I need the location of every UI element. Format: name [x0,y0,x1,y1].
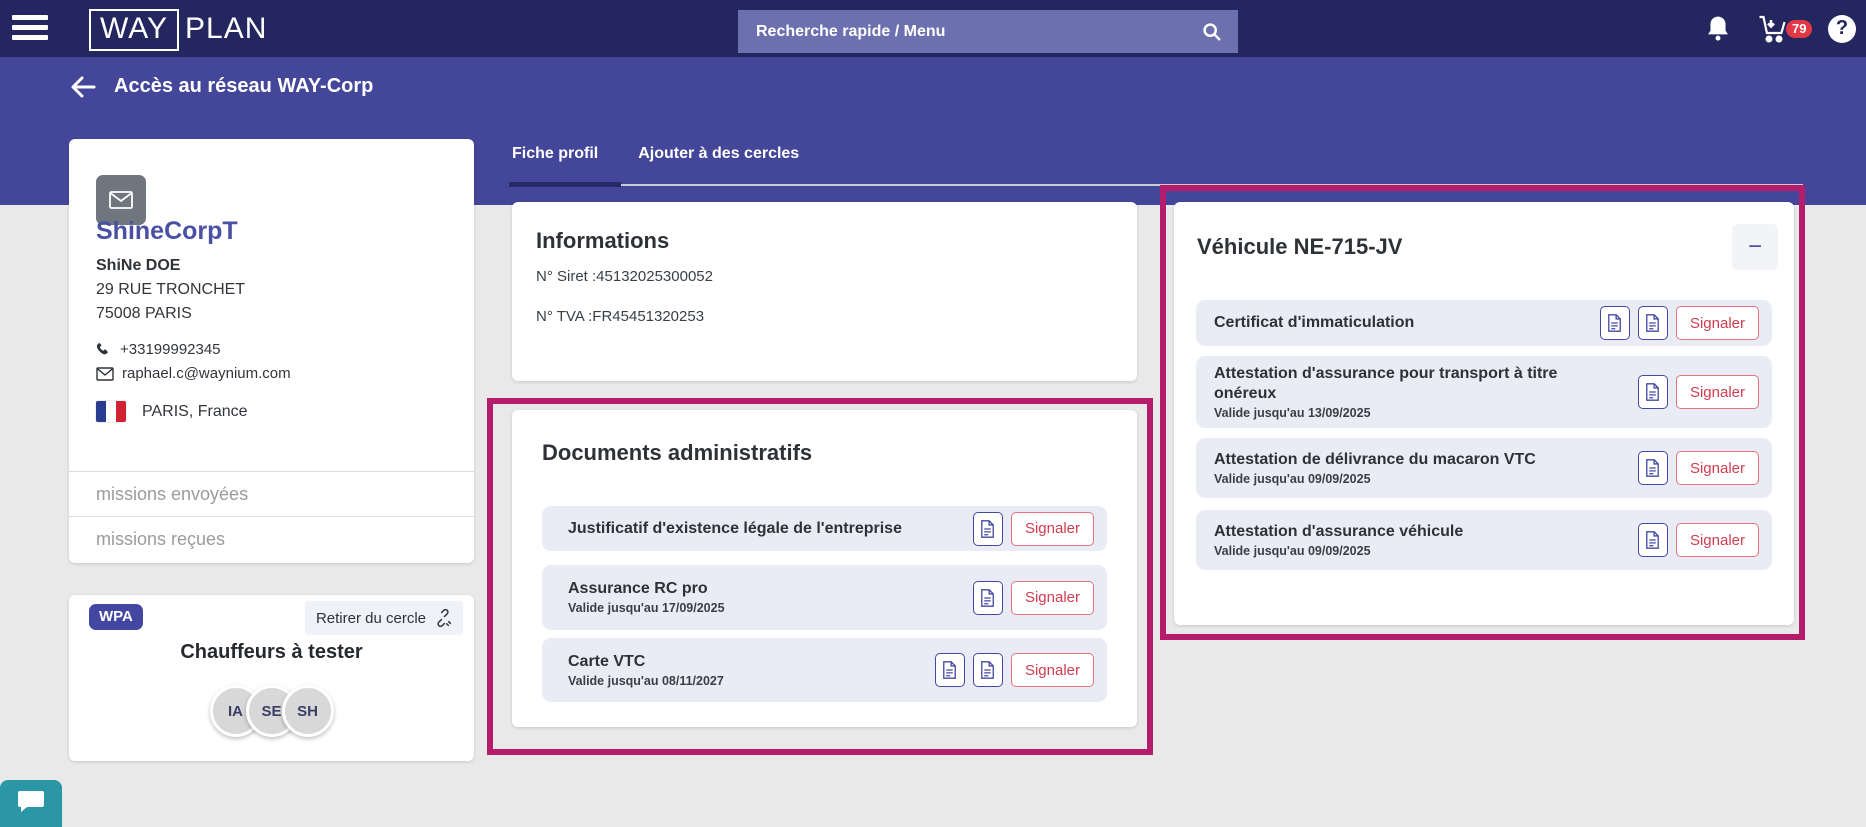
search-input[interactable]: Recherche rapide / Menu [738,10,1238,53]
view-document-icon[interactable] [973,581,1003,615]
document-title: Certificat d'immaticulation [1214,313,1564,332]
document-validity: Valide jusqu'au 17/09/2025 [568,601,973,615]
logo-plan: PLAN [179,11,271,49]
document-title: Attestation d'assurance pour transport à… [1214,364,1564,402]
notifications-bell-icon[interactable] [1705,0,1731,57]
document-validity: Valide jusqu'au 08/11/2027 [568,674,935,688]
signaler-button[interactable]: Signaler [1011,581,1094,615]
document-row: Attestation d'assurance pour transport à… [1196,356,1772,428]
document-title: Attestation de délivrance du macaron VTC [1214,450,1564,469]
driver-avatar[interactable]: SH [282,685,334,737]
active-tab-indicator [509,182,621,187]
document-row: Attestation de délivrance du macaron VTC… [1196,438,1772,498]
profile-card: ShineCorpT ShiNe DOE 29 RUE TRONCHET 750… [69,139,474,563]
collapse-button[interactable]: − [1732,224,1778,270]
view-document-icon[interactable] [1600,306,1630,340]
document-title: Carte VTC [568,653,935,671]
informations-title: Informations [536,228,669,254]
signaler-button[interactable]: Signaler [1676,451,1759,485]
signaler-button[interactable]: Signaler [1676,306,1759,340]
email-address[interactable]: raphael.c@waynium.com [122,365,291,382]
tab-fiche-profil[interactable]: Fiche profil [512,145,598,177]
document-row: Carte VTC Valide jusqu'au 08/11/2027 Sig… [542,638,1107,702]
documents-title: Documents administratifs [542,440,812,466]
phone-icon [96,342,112,358]
view-document-icon[interactable] [935,653,965,687]
chat-widget-button[interactable] [0,780,62,827]
documents-card: Documents administratifs Justificatif d'… [512,410,1137,727]
circle-card: WPA Retirer du cercle Chauffeurs à teste… [69,595,474,761]
address-line-2: 75008 PARIS [96,305,192,323]
remove-from-circle-label: Retirer du cercle [316,610,426,627]
help-glyph: ? [1828,15,1856,43]
document-row: Justificatif d'existence légale de l'ent… [542,506,1107,551]
top-navbar: WAY PLAN Recherche rapide / Menu 79 ? [0,0,1866,57]
search-placeholder: Recherche rapide / Menu [738,23,1202,41]
document-title: Justificatif d'existence légale de l'ent… [568,520,973,538]
view-document-icon[interactable] [973,653,1003,687]
wpa-badge: WPA [89,604,143,630]
siret-number: N° Siret :45132025300052 [536,268,713,285]
view-document-icon[interactable] [1638,451,1668,485]
informations-card: Informations N° Siret :45132025300052 N°… [512,202,1137,381]
document-title: Attestation d'assurance véhicule [1214,522,1564,541]
unlink-icon [434,609,452,627]
divider [69,471,474,472]
signaler-button[interactable]: Signaler [1011,512,1094,546]
menu-icon[interactable] [12,15,50,43]
document-title: Assurance RC pro [568,580,973,598]
circle-card-title: Chauffeurs à tester [69,641,474,664]
contact-name: ShiNe DOE [96,257,180,275]
document-validity: Valide jusqu'au 09/09/2025 [1214,544,1638,558]
divider [69,516,474,517]
driver-avatars: IA SE SH [69,685,474,737]
back-arrow-icon[interactable] [70,76,96,98]
cart-count-badge: 79 [1786,20,1812,38]
document-row: Assurance RC pro Valide jusqu'au 17/09/2… [542,565,1107,630]
document-row: Attestation d'assurance véhicule Valide … [1196,510,1772,570]
tva-number: N° TVA :FR45451320253 [536,308,704,325]
france-flag-icon [96,401,126,422]
vehicle-card: Véhicule NE-715-JV − Certificat d'immati… [1174,202,1794,625]
view-document-icon[interactable] [1638,306,1668,340]
search-icon[interactable] [1202,22,1222,42]
view-document-icon[interactable] [1638,375,1668,409]
tab-bar: Fiche profil Ajouter à des cercles [512,145,799,177]
missions-sent-link[interactable]: missions envoyées [96,484,248,505]
document-row: Certificat d'immaticulation Signaler [1196,300,1772,346]
vehicle-title: Véhicule NE-715-JV [1197,234,1402,260]
view-document-icon[interactable] [973,512,1003,546]
envelope-icon [109,191,133,209]
signaler-button[interactable]: Signaler [1011,653,1094,687]
location-text: PARIS, France [142,403,248,421]
cart-icon[interactable]: 79 [1758,0,1790,57]
page-title: Accès au réseau WAY-Corp [114,75,373,98]
help-icon[interactable]: ? [1828,0,1856,57]
document-validity: Valide jusqu'au 09/09/2025 [1214,472,1638,486]
remove-from-circle-button[interactable]: Retirer du cercle [305,601,463,635]
chat-bubble-icon [17,789,45,813]
tab-ajouter-cercles[interactable]: Ajouter à des cercles [638,145,799,177]
view-document-icon[interactable] [1638,523,1668,557]
address-line-1: 29 RUE TRONCHET [96,281,245,299]
company-name-link[interactable]: ShineCorpT [96,217,238,246]
missions-received-link[interactable]: missions reçues [96,529,225,550]
wayplan-logo: WAY PLAN [89,9,271,51]
document-validity: Valide jusqu'au 13/09/2025 [1214,406,1638,420]
signaler-button[interactable]: Signaler [1676,375,1759,409]
phone-number: +33199992345 [120,341,221,358]
logo-way: WAY [89,9,179,51]
signaler-button[interactable]: Signaler [1676,523,1759,557]
email-icon [96,367,114,381]
